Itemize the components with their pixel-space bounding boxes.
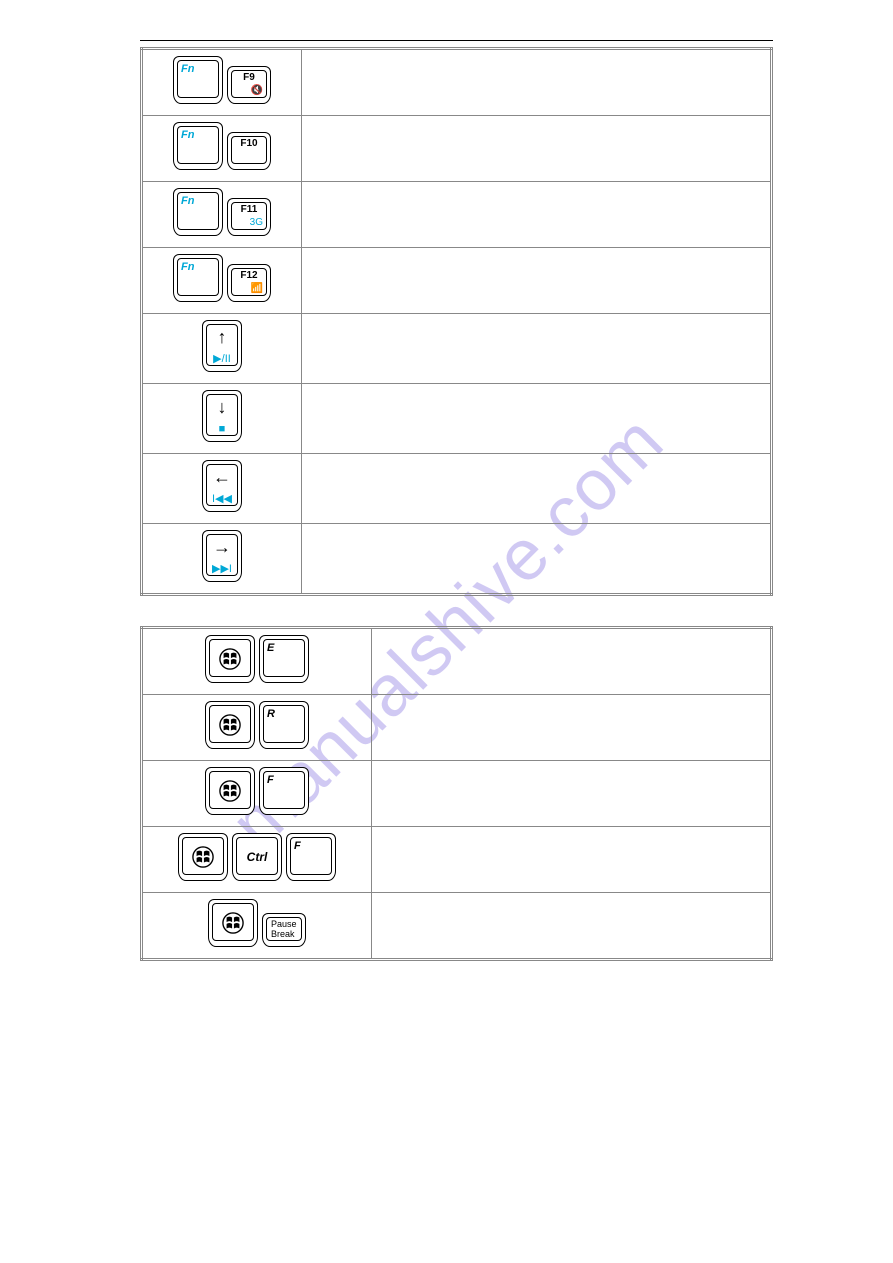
table-row: E [142,628,772,695]
windows-logo-icon [219,780,241,802]
windows-logo-icon [219,714,241,736]
table-row: ▶/II↑ [142,314,772,384]
table-row: CtrlF [142,827,772,893]
keycap [205,635,255,683]
shortcut-keys-cell: CtrlF [142,827,372,893]
shortcut-description-cell [302,384,772,454]
shortcut-description-cell [372,827,772,893]
table-row: R [142,695,772,761]
keycap: Fn [173,188,223,236]
table-row: ■↓ [142,384,772,454]
shortcut-description-cell [302,248,772,314]
windows-logo-icon [222,912,244,934]
document-page: FnF9🔇FnF10FnF113GFnF12📶▶/II↑■↓I◀◀←▶▶I→ E… [0,0,893,1001]
keycap: F9🔇 [227,66,271,104]
keycap: E [259,635,309,683]
shortcut-keys-cell: R [142,695,372,761]
shortcut-keys-cell: PauseBreak [142,893,372,960]
keycap: PauseBreak [262,913,306,947]
keycap: Fn [173,122,223,170]
keycap: F [286,833,336,881]
shortcut-keys-cell: E [142,628,372,695]
shortcut-keys-cell: F [142,761,372,827]
shortcut-description-cell [372,761,772,827]
keycap [205,701,255,749]
win-shortcuts-table: ERFCtrlFPauseBreak [140,626,773,961]
shortcut-keys-cell: ▶/II↑ [142,314,302,384]
keycap: F113G [227,198,271,236]
table-row: I◀◀← [142,454,772,524]
keycap: ▶▶I→ [202,530,242,582]
shortcut-description-cell [302,524,772,595]
table-row: FnF12📶 [142,248,772,314]
shortcut-description-cell [302,49,772,116]
shortcut-description-cell [302,116,772,182]
shortcut-description-cell [372,695,772,761]
fn-shortcuts-table: FnF9🔇FnF10FnF113GFnF12📶▶/II↑■↓I◀◀←▶▶I→ [140,47,773,596]
keycap: ▶/II↑ [202,320,242,372]
table-row: FnF9🔇 [142,49,772,116]
shortcut-description-cell [302,314,772,384]
keycap: R [259,701,309,749]
table-row: ▶▶I→ [142,524,772,595]
shortcut-keys-cell: FnF10 [142,116,302,182]
shortcut-description-cell [302,454,772,524]
keycap: ■↓ [202,390,242,442]
keycap: F10 [227,132,271,170]
windows-logo-icon [192,846,214,868]
keycap [178,833,228,881]
table-row: PauseBreak [142,893,772,960]
table-row: F [142,761,772,827]
table-row: FnF10 [142,116,772,182]
shortcut-keys-cell: FnF9🔇 [142,49,302,116]
keycap: Fn [173,254,223,302]
keycap [208,899,258,947]
shortcut-keys-cell: FnF113G [142,182,302,248]
keycap: Fn [173,56,223,104]
top-rule [140,40,773,41]
shortcut-description-cell [372,893,772,960]
keycap: Ctrl [232,833,282,881]
keycap: F12📶 [227,264,271,302]
table-row: FnF113G [142,182,772,248]
keycap [205,767,255,815]
keycap: F [259,767,309,815]
shortcut-keys-cell: FnF12📶 [142,248,302,314]
shortcut-keys-cell: ▶▶I→ [142,524,302,595]
shortcut-keys-cell: ■↓ [142,384,302,454]
windows-logo-icon [219,648,241,670]
keycap: I◀◀← [202,460,242,512]
shortcut-keys-cell: I◀◀← [142,454,302,524]
shortcut-description-cell [302,182,772,248]
shortcut-description-cell [372,628,772,695]
